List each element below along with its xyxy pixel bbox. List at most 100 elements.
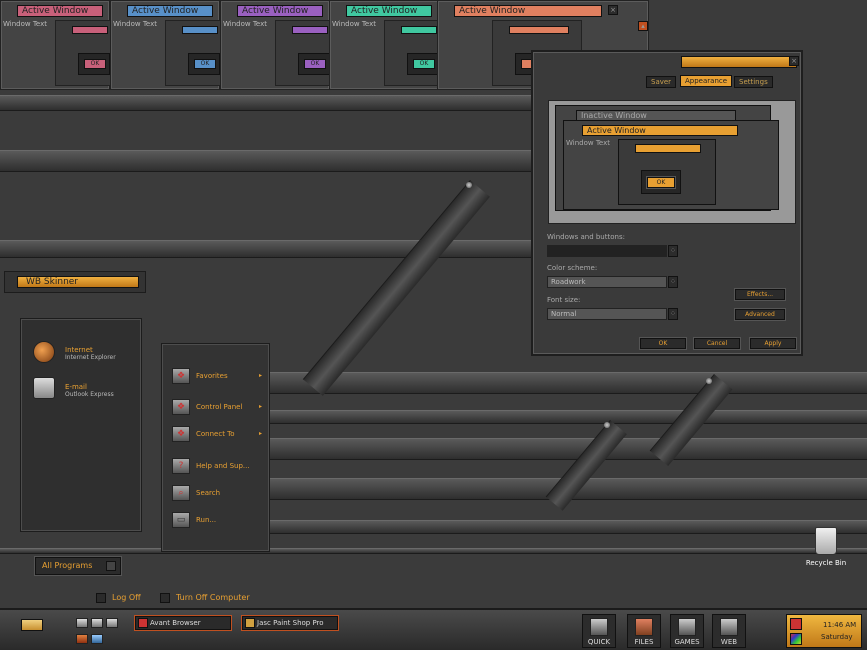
menu-item-label: Search: [196, 489, 221, 497]
toolbar-games[interactable]: GAMES: [670, 614, 704, 648]
scheme-inner-bar: [509, 26, 569, 34]
close-icon[interactable]: ×: [608, 5, 618, 15]
windows-buttons-dropdown-icon[interactable]: ⁘: [668, 245, 678, 257]
log-off-label: Log Off: [112, 593, 141, 602]
scheme-ok-button[interactable]: OK: [304, 59, 326, 69]
ok-button[interactable]: OK: [639, 337, 687, 350]
close-icon[interactable]: ×: [789, 56, 799, 66]
scheme-inner-bar: [292, 26, 328, 34]
menu-item-run[interactable]: ▭ Run...: [172, 512, 268, 528]
color-scheme-label: Color scheme:: [547, 264, 598, 272]
submenu-arrow-icon: ▸: [258, 372, 262, 379]
scheme-window-text: Window Text: [113, 20, 157, 28]
toolbar-web[interactable]: WEB: [712, 614, 746, 648]
preview-window-text: Window Text: [566, 139, 610, 147]
tray-time: 11:46 AM: [823, 621, 857, 629]
color-scheme-select[interactable]: Roadwork: [547, 276, 667, 288]
font-size-dropdown-icon[interactable]: ⁘: [668, 308, 678, 320]
menu-item-label: Favorites: [196, 372, 228, 380]
tray-flag-icon: [790, 633, 802, 645]
effects-button[interactable]: Effects...: [734, 288, 786, 301]
preview-ok-button[interactable]: OK: [646, 176, 676, 189]
windows-buttons-select[interactable]: [547, 245, 667, 257]
start-menu-places: ❖ Favorites ▸ ❖ Control Panel ▸ ❖ Connec…: [161, 343, 270, 552]
submenu-arrow-icon: ▸: [258, 403, 262, 410]
scheme-inner-bar: [72, 26, 108, 34]
tray-day: Saturday: [821, 633, 853, 641]
scheme-ok-box: OK: [298, 53, 330, 75]
scheme-preview-2[interactable]: Active Window Window Text OK: [110, 0, 223, 90]
scheme-window-text: Window Text: [223, 20, 267, 28]
scheme-titlebar: Active Window: [237, 5, 323, 17]
scheme-ok-box: OK: [188, 53, 220, 75]
turn-off-label: Turn Off Computer: [176, 593, 250, 602]
active-window-preview: Active Window Window Text OK: [563, 120, 779, 210]
outlook-express-icon: [33, 377, 55, 399]
tray-app-icon: [790, 618, 802, 630]
toolbar-label: QUICK: [587, 638, 611, 646]
scheme-ok-button[interactable]: OK: [194, 59, 216, 69]
control-panel-icon: ❖: [172, 399, 190, 415]
games-icon: [678, 618, 696, 636]
windows-buttons-label: Windows and buttons:: [547, 233, 625, 241]
pinned-internet[interactable]: Internet Internet Explorer: [65, 346, 116, 361]
pinned-email[interactable]: E-mail Outlook Express: [65, 383, 114, 398]
pinned-internet-subtitle: Internet Explorer: [65, 354, 116, 361]
recycle-bin[interactable]: Recycle Bin: [801, 527, 851, 567]
task-label: Jasc Paint Shop Pro: [257, 619, 324, 627]
scheme-preview-1[interactable]: Active Window Window Text OK: [0, 0, 113, 90]
scheme-ok-button[interactable]: OK: [84, 59, 106, 69]
favorites-icon: ❖: [172, 368, 190, 384]
apply-button[interactable]: Apply: [749, 337, 797, 350]
recycle-bin-icon: [815, 527, 837, 555]
menu-item-label: Control Panel: [196, 403, 243, 411]
quicklaunch-desktop-icon[interactable]: [76, 618, 88, 628]
quicklaunch-gear-icon[interactable]: [91, 634, 103, 644]
menu-item-control-panel[interactable]: ❖ Control Panel ▸: [172, 399, 268, 415]
toolbar-files[interactable]: FILES: [627, 614, 661, 648]
scheme-preview-3[interactable]: Active Window Window Text OK: [220, 0, 333, 90]
quicklaunch-folder-icon[interactable]: [91, 618, 103, 628]
color-scheme-dropdown-icon[interactable]: ⁘: [668, 276, 678, 288]
menu-item-help[interactable]: ? Help and Sup...: [172, 458, 268, 474]
scheme-titlebar: Active Window: [127, 5, 213, 17]
scheme-inner-bar: [401, 26, 437, 34]
quicklaunch-paint-icon[interactable]: [76, 634, 88, 644]
font-size-label: Font size:: [547, 296, 581, 304]
turn-off-button[interactable]: Turn Off Computer: [160, 590, 250, 606]
run-icon: ▭: [172, 512, 190, 528]
menu-item-connect-to[interactable]: ❖ Connect To ▸: [172, 426, 268, 442]
advanced-button[interactable]: Advanced: [734, 308, 786, 321]
help-icon: ?: [172, 458, 190, 474]
preview-message-titlebar: [635, 144, 701, 153]
tab-settings[interactable]: Settings: [734, 76, 773, 88]
menu-item-search[interactable]: ⌕ Search: [172, 485, 268, 501]
scheme-inner-window: OK: [384, 20, 442, 86]
start-button[interactable]: [21, 619, 43, 631]
system-tray-clock[interactable]: 11:46 AM Saturday: [786, 614, 862, 648]
cancel-button[interactable]: Cancel: [693, 337, 741, 350]
scrollbar-up-icon[interactable]: ▴: [638, 21, 648, 31]
quicklaunch-window-icon[interactable]: [106, 618, 118, 628]
scheme-titlebar: Active Window: [17, 5, 103, 17]
scheme-inner-bar: [182, 26, 218, 34]
tab-appearance[interactable]: Appearance: [680, 75, 733, 87]
scheme-titlebar: Active Window: [454, 5, 602, 17]
log-off-button[interactable]: Log Off: [96, 590, 141, 606]
menu-item-favorites[interactable]: ❖ Favorites ▸: [172, 368, 268, 384]
scheme-preview-4[interactable]: Active Window Window Text OK: [329, 0, 442, 90]
all-programs-arrow-icon: [106, 561, 116, 571]
toolbar-quick[interactable]: QUICK: [582, 614, 616, 648]
all-programs-button[interactable]: All Programs: [34, 556, 122, 576]
scheme-ok-button[interactable]: OK: [413, 59, 435, 69]
active-window-title: Active Window: [582, 125, 738, 136]
submenu-arrow-icon: ▸: [258, 430, 262, 437]
dialog-titlebar[interactable]: [681, 56, 797, 68]
scheme-window-text: Window Text: [3, 20, 47, 28]
tab-saver[interactable]: Saver: [646, 76, 677, 88]
scheme-titlebar: Active Window: [346, 5, 432, 17]
scheme-inner-window: OK: [275, 20, 333, 86]
task-paint-shop-pro[interactable]: Jasc Paint Shop Pro: [241, 615, 339, 631]
task-avant-browser[interactable]: Avant Browser: [134, 615, 232, 631]
font-size-select[interactable]: Normal: [547, 308, 667, 320]
